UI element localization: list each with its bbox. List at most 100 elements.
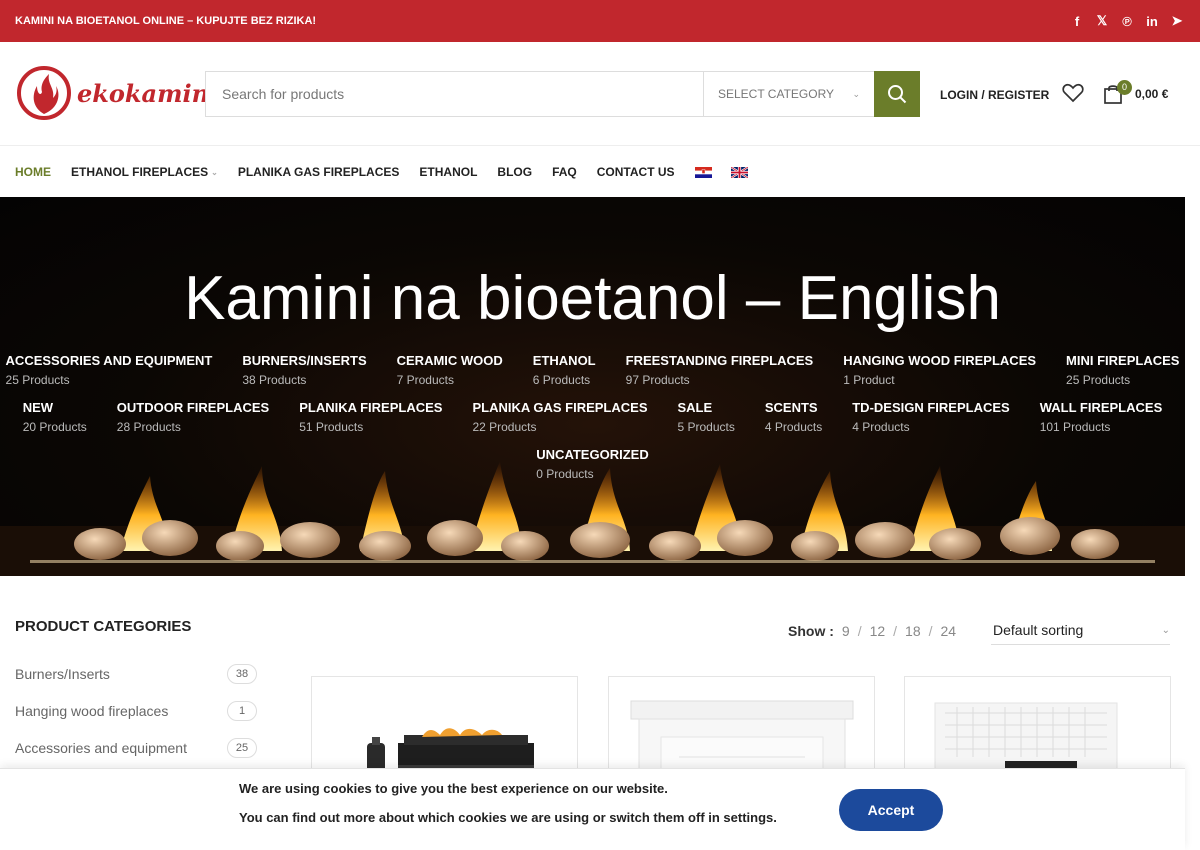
category-item[interactable]: BURNERS/INSERTS 38 Products [242,353,366,387]
category-count: 1 Product [843,373,895,387]
category-item[interactable]: ACCESSORIES AND EQUIPMENT 25 Products [6,353,213,387]
x-icon[interactable]: 𝕏 [1095,13,1109,29]
category-item[interactable]: OUTDOOR FIREPLACES 28 Products [117,400,269,434]
category-name: CERAMIC WOOD [396,353,503,368]
category-item[interactable]: MINI FIREPLACES 25 Products [1066,353,1179,387]
linkedin-icon[interactable]: in [1145,14,1159,29]
category-item[interactable]: PLANIKA FIREPLACES 51 Products [299,400,442,434]
nav-item-faq[interactable]: FAQ [552,165,577,179]
separator: / [857,623,862,639]
site-header: ekokamini SELECT CATEGORY ⌄ LOGIN / REGI… [0,42,1200,146]
category-count: 4 Products [852,420,910,434]
pinterest-icon[interactable]: ℗ [1120,14,1134,29]
facebook-icon[interactable]: f [1070,14,1084,29]
nav-item-home[interactable]: HOME [15,165,51,179]
sidebar-item-burners-inserts[interactable]: Burners/Inserts 38 [15,655,257,692]
cookie-message-line-2: You can find out more about which cookie… [239,810,777,825]
per-page-selector: Show : 9 / 12 / 18 / 24 [788,623,956,639]
wishlist-button[interactable] [1062,83,1084,108]
search-bar: SELECT CATEGORY ⌄ [205,71,920,117]
category-name: ACCESSORIES AND EQUIPMENT [5,353,213,368]
sidebar-item-label: Hanging wood fireplaces [15,702,169,719]
category-name: WALL FIREPLACES [1039,400,1163,415]
per-page-option-24[interactable]: 24 [941,623,957,639]
category-count: 97 Products [625,373,690,387]
category-count: 101 Products [1039,420,1111,434]
nav-item-label: ETHANOL FIREPLACES [71,165,209,179]
cart-total: 0,00 € [1135,87,1169,101]
category-item[interactable]: WALL FIREPLACES 101 Products [1040,400,1163,434]
category-name: FREESTANDING FIREPLACES [625,353,814,368]
site-logo[interactable]: ekokamini [15,64,218,122]
cart-button[interactable]: 0 0,00 € [1103,80,1169,105]
category-name: TD-DESIGN FIREPLACES [852,400,1010,415]
category-item[interactable]: ETHANOL 6 Products [533,353,596,387]
per-page-option-18[interactable]: 18 [905,623,921,639]
category-name: ETHANOL [532,353,596,368]
per-page-option-12[interactable]: 12 [870,623,886,639]
separator: / [893,623,898,639]
sidebar-item-hanging-wood-fireplaces[interactable]: Hanging wood fireplaces 1 [15,692,257,729]
category-item[interactable]: UNCATEGORIZED 0 Products [536,447,648,481]
nav-item-ethanol-fireplaces[interactable]: ETHANOL FIREPLACES ⌄ [71,165,218,179]
login-register-link[interactable]: LOGIN / REGISTER [940,88,1049,102]
category-name: OUTDOOR FIREPLACES [116,400,270,415]
cookie-banner: We are using cookies to give you the bes… [0,768,1185,850]
category-count: 5 Products [677,420,735,434]
category-name: UNCATEGORIZED [536,447,649,462]
category-select-label: SELECT CATEGORY [718,87,835,101]
chevron-down-icon: ⌄ [211,167,218,177]
category-item[interactable]: SALE 5 Products [677,400,734,434]
category-name: SCENTS [764,400,818,415]
show-label: Show : [788,623,834,639]
category-name: SALE [677,400,713,415]
search-icon [888,85,907,104]
category-row: NEW 20 Products OUTDOOR FIREPLACES 28 Prod… [0,400,1185,434]
main-nav: HOME ETHANOL FIREPLACES ⌄ PLANIKA GAS FI… [0,147,1200,197]
category-item[interactable]: NEW 20 Products [23,400,87,434]
category-count: 51 Products [299,420,364,434]
chevron-down-icon: ⌄ [852,88,860,99]
category-name: HANGING WOOD FIREPLACES [843,353,1037,368]
sidebar-item-count: 25 [227,737,257,758]
search-button[interactable] [874,71,920,117]
category-select[interactable]: SELECT CATEGORY ⌄ [703,72,874,116]
search-input[interactable] [206,72,703,116]
category-count: 6 Products [532,373,591,387]
promo-text: KAMINI NA BIOETANOL ONLINE – KUPUJTE BEZ… [15,15,317,27]
accept-cookies-button[interactable]: Accept [839,789,943,831]
cart-count-badge: 0 [1117,80,1132,95]
nav-item-contact-us[interactable]: CONTACT US [597,165,675,179]
logo-wordmark: ekokamini [77,78,219,108]
category-count: 25 Products [5,373,70,387]
sidebar-item-count: 1 [227,700,257,721]
per-page-option-9[interactable]: 9 [842,623,850,639]
category-item[interactable]: FREESTANDING FIREPLACES 97 Products [626,353,814,387]
category-name: PLANIKA GAS FIREPLACES [472,400,648,415]
hero-banner: Kamini na bioetanol – English ACCESSORIE… [0,197,1185,576]
nav-item-planika-gas-fireplaces[interactable]: PLANIKA GAS FIREPLACES [238,165,400,179]
social-links: f 𝕏 ℗ in ➤ [1070,13,1184,29]
nav-item-ethanol[interactable]: ETHANOL [419,165,477,179]
category-item[interactable]: CERAMIC WOOD 7 Products [397,353,503,387]
nav-item-blog[interactable]: BLOG [497,165,532,179]
telegram-icon[interactable]: ➤ [1170,13,1184,29]
sidebar-item-accessories-and-equipment[interactable]: Accessories and equipment 25 [15,729,257,766]
top-bar: KAMINI NA BIOETANOL ONLINE – KUPUJTE BEZ… [0,0,1200,42]
hero-title: Kamini na bioetanol – English [184,264,1001,333]
category-item[interactable]: SCENTS 4 Products [765,400,822,434]
sidebar-item-label: Burners/Inserts [15,665,110,682]
category-item[interactable]: HANGING WOOD FIREPLACES 1 Product [843,353,1036,387]
category-count: 7 Products [396,373,454,387]
category-name: BURNERS/INSERTS [242,353,367,368]
category-item[interactable]: PLANIKA GAS FIREPLACES 22 Products [472,400,647,434]
croatia-flag-icon[interactable] [694,166,712,178]
category-count: 22 Products [472,420,537,434]
category-count: 4 Products [764,420,823,434]
category-count: 20 Products [22,420,87,434]
category-row: UNCATEGORIZED 0 Products [0,447,1185,481]
sorting-select[interactable]: Default sorting ⌄ [991,616,1170,645]
category-name: MINI FIREPLACES [1066,353,1180,368]
uk-flag-icon[interactable] [730,166,748,178]
category-item[interactable]: TD-DESIGN FIREPLACES 4 Products [852,400,1009,434]
